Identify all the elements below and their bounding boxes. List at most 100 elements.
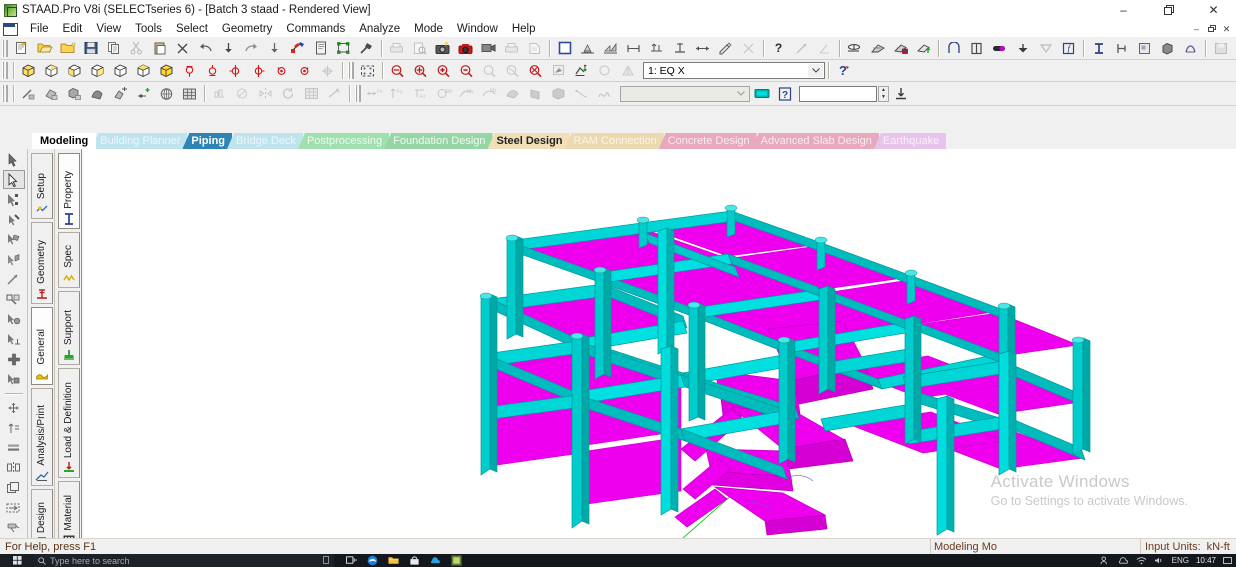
rotate-right-icon[interactable] xyxy=(248,61,269,80)
tab-piping[interactable]: Piping xyxy=(182,133,233,149)
isometric-view-icon[interactable] xyxy=(18,61,39,80)
surface-cursor-icon[interactable] xyxy=(3,270,25,289)
bottom-view-icon[interactable] xyxy=(110,61,131,80)
mdi-restore-button[interactable] xyxy=(1204,22,1219,36)
plate-stress-icon[interactable] xyxy=(525,84,546,103)
tab-building-planner[interactable]: Building Planner xyxy=(91,133,188,149)
support-cursor-icon[interactable] xyxy=(3,330,25,349)
translate-icon[interactable] xyxy=(3,418,25,437)
add-solid-icon[interactable] xyxy=(64,84,85,103)
file-explorer-icon[interactable] xyxy=(388,555,399,566)
undo-icon[interactable] xyxy=(195,39,216,58)
chevron-down-icon[interactable] xyxy=(734,87,748,100)
offset-icon[interactable] xyxy=(1111,39,1132,58)
open-view-icon[interactable] xyxy=(867,39,888,58)
mz-icon[interactable]: Mz xyxy=(479,84,500,103)
rotate-left-icon[interactable] xyxy=(225,61,246,80)
rotate-view-icon[interactable] xyxy=(3,398,25,417)
rotate-ccw-icon[interactable] xyxy=(271,61,292,80)
stepper-down-icon[interactable]: ▼ xyxy=(879,94,888,101)
tab-modeling[interactable]: Modeling xyxy=(32,133,97,149)
tab-foundation-design[interactable]: Foundation Design xyxy=(384,133,493,149)
stress-contour-icon[interactable] xyxy=(502,84,523,103)
support-dimension-icon[interactable] xyxy=(669,39,690,58)
stepper-up-icon[interactable]: ▲ xyxy=(879,87,888,94)
redo-list-icon[interactable] xyxy=(264,39,285,58)
mx-icon[interactable]: Mx xyxy=(433,84,454,103)
fz-icon[interactable]: Fz xyxy=(410,84,431,103)
display-beam-icon[interactable] xyxy=(600,39,621,58)
rotate-reset-icon[interactable] xyxy=(317,61,338,80)
save-layout-icon[interactable] xyxy=(1210,39,1231,58)
my-icon[interactable]: My xyxy=(456,84,477,103)
page-tab-analysis-print[interactable]: Analysis/Print xyxy=(30,388,53,486)
translational-repeat-icon[interactable] xyxy=(209,84,230,103)
mirror-view-icon[interactable] xyxy=(3,458,25,477)
volume-icon[interactable] xyxy=(1154,556,1165,565)
tab-earthquake[interactable]: Earthquake xyxy=(873,133,947,149)
network-icon[interactable] xyxy=(1136,556,1147,565)
3d-view-icon[interactable] xyxy=(156,61,177,80)
new-file-icon[interactable] xyxy=(11,39,32,58)
task-view-icon[interactable] xyxy=(346,555,357,566)
displacement-icon[interactable] xyxy=(571,84,592,103)
menu-select[interactable]: Select xyxy=(169,22,215,36)
redo-icon[interactable] xyxy=(241,39,262,58)
toolbar-grip[interactable] xyxy=(2,85,8,102)
zoom-all-icon[interactable] xyxy=(410,61,431,80)
property-beam-icon[interactable] xyxy=(1088,39,1109,58)
span-dimension-icon[interactable] xyxy=(692,39,713,58)
plates-cursor-icon[interactable] xyxy=(3,230,25,249)
rotate-cw-icon[interactable] xyxy=(294,61,315,80)
rendered-view-viewport[interactable]: Activate Windows Go to Settings to activ… xyxy=(83,149,1236,538)
open-file-icon[interactable] xyxy=(34,39,55,58)
mdi-minimize-button[interactable]: – xyxy=(1189,22,1204,36)
scale-input[interactable] xyxy=(799,85,877,102)
mirror-icon[interactable] xyxy=(255,84,276,103)
whole-structure-icon[interactable] xyxy=(554,39,575,58)
onedrive-icon[interactable] xyxy=(430,555,441,566)
pan-icon[interactable] xyxy=(548,61,569,80)
angle-icon[interactable] xyxy=(814,39,835,58)
cortana-circle-icon[interactable] xyxy=(323,556,329,564)
tab-concrete-design[interactable]: Concrete Design xyxy=(658,133,757,149)
italic-f-icon[interactable]: f xyxy=(1058,39,1079,58)
input-editor-icon[interactable] xyxy=(310,39,331,58)
tools-hammer-icon[interactable] xyxy=(356,39,377,58)
page-tab-support[interactable]: Support xyxy=(57,291,80,365)
zoom-in-icon[interactable] xyxy=(433,61,454,80)
support-symbol-icon[interactable] xyxy=(1012,39,1033,58)
page-tab-geometry[interactable]: Geometry xyxy=(30,222,53,304)
result-type-combo[interactable] xyxy=(620,85,750,102)
zoom-out-icon[interactable] xyxy=(456,61,477,80)
print-icon[interactable] xyxy=(386,39,407,58)
zoom-selected-icon[interactable] xyxy=(571,61,592,80)
menu-view[interactable]: View xyxy=(89,22,128,36)
beam-section-icon[interactable] xyxy=(966,39,987,58)
solid-stress-icon[interactable] xyxy=(548,84,569,103)
pointer-icon[interactable] xyxy=(2,170,25,189)
side-view-icon[interactable] xyxy=(64,61,85,80)
rotate-up-icon[interactable] xyxy=(179,61,200,80)
maximize-restore-button[interactable] xyxy=(1146,0,1191,20)
report-page-icon[interactable] xyxy=(524,39,545,58)
page-tab-property[interactable]: Property xyxy=(57,153,80,229)
structure-diagram-icon[interactable] xyxy=(738,39,759,58)
menu-window[interactable]: Window xyxy=(450,22,505,36)
release-icon[interactable] xyxy=(989,39,1010,58)
print-preview-icon[interactable] xyxy=(409,39,430,58)
save-view-icon[interactable] xyxy=(890,39,911,58)
mdi-close-button[interactable]: ✕ xyxy=(1219,22,1234,36)
camera-icon[interactable] xyxy=(455,39,476,58)
tab-ram-connection[interactable]: RAM Connection xyxy=(564,133,664,149)
export-view-icon[interactable] xyxy=(913,39,934,58)
delete-icon[interactable] xyxy=(172,39,193,58)
tab-steel-design[interactable]: Steel Design xyxy=(487,133,570,149)
save-icon[interactable] xyxy=(80,39,101,58)
solids-cursor-icon[interactable] xyxy=(3,250,25,269)
cut-icon[interactable] xyxy=(126,39,147,58)
menu-geometry[interactable]: Geometry xyxy=(215,22,280,36)
zoom-dynamic-icon[interactable] xyxy=(502,61,523,80)
beams-cursor-icon[interactable] xyxy=(3,210,25,229)
cursor-select-icon[interactable] xyxy=(3,150,25,169)
